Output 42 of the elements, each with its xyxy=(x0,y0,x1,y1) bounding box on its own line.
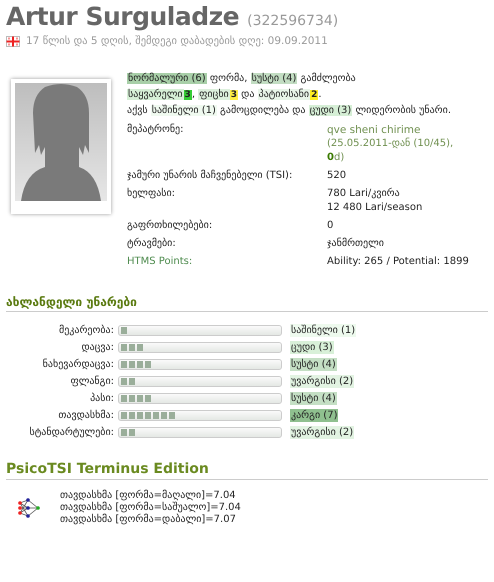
summary-text: საყვარელი 3, ფიცხი 3 და პატიოსანი 2. xyxy=(127,88,323,102)
detail-value: 0 xyxy=(327,219,334,233)
skill-label: მეკარეობა: xyxy=(58,325,114,336)
prediction-text: თავდასხმა [ფორმა=მაღალი]=7.04 xyxy=(60,490,237,502)
detail-value: 12 480 Lari/season xyxy=(327,201,422,215)
section-title: ახლანდელი უნარები xyxy=(6,295,488,312)
detail-value: (25.05.2011-დან (10/45), xyxy=(327,137,454,151)
skill-label: ნახევარდაცვა: xyxy=(42,359,114,370)
summary-text: ნორმალური (6) ფორმა, სუსტი (4) გამძლეობა xyxy=(127,72,357,86)
age-text: 17 წლის და 5 დღის, შემდეგი დაბადების დღე: 09.09.2011 xyxy=(26,35,328,47)
skill-label: ფლანგი: xyxy=(69,376,114,387)
skill-rating: უვარგისი (2) xyxy=(290,375,354,388)
skill-rating: კარგი (7) xyxy=(290,409,338,422)
detail-label: HTMS Points: xyxy=(127,255,194,269)
summary-text: აქვს საშინელი (1) გამოცდილება და ცუდი (3) ლიდერობის უნარი. xyxy=(127,104,452,118)
detail-label: ჯამური უნარის მაჩვენებელი (TSI): xyxy=(127,169,294,183)
skill-label: თავდასხმა: xyxy=(57,410,114,421)
owner-link[interactable]: qve sheni chirime xyxy=(327,123,420,137)
skill-rating: ცუდი (3) xyxy=(290,341,334,354)
skill-rating: სუსტი (4) xyxy=(290,392,337,405)
player-id: (322596734) xyxy=(247,13,338,29)
skill-label: პასი: xyxy=(89,393,114,404)
detail-label: მეპატრონე: xyxy=(127,123,184,137)
detail-value: ჯანმრთელი xyxy=(327,237,384,251)
skill-rating: საშინელი (1) xyxy=(290,324,356,337)
prediction-text: თავდასხმა [ფორმა=საშუალო]=7.04 xyxy=(60,502,241,514)
detail-label: ხელფასი: xyxy=(127,187,176,201)
skill-label: დაცვა: xyxy=(80,342,114,353)
detail-label: ტრავმები: xyxy=(127,237,177,251)
detail-value: Ability: 265 / Potential: 1899 xyxy=(327,255,469,269)
detail-value: 780 Lari/კვირა xyxy=(327,187,400,201)
prediction-text: თავდასხმა [ფორმა=დაბალი]=7.07 xyxy=(60,514,237,526)
section-title: PsicoTSI Terminus Edition xyxy=(6,461,488,480)
detail-label: გაფრთხილებები: xyxy=(127,219,214,233)
flag-icon xyxy=(6,36,20,46)
skill-label: სტანდარტულები: xyxy=(28,427,114,438)
player-name: Artur Surguladze xyxy=(6,2,240,31)
detail-value: 0d) xyxy=(327,151,344,165)
skill-rating: სუსტი (4) xyxy=(290,358,337,371)
skill-rating: უვარგისი (2) xyxy=(290,426,354,439)
detail-value: 520 xyxy=(327,169,346,183)
network-icon xyxy=(18,498,40,518)
